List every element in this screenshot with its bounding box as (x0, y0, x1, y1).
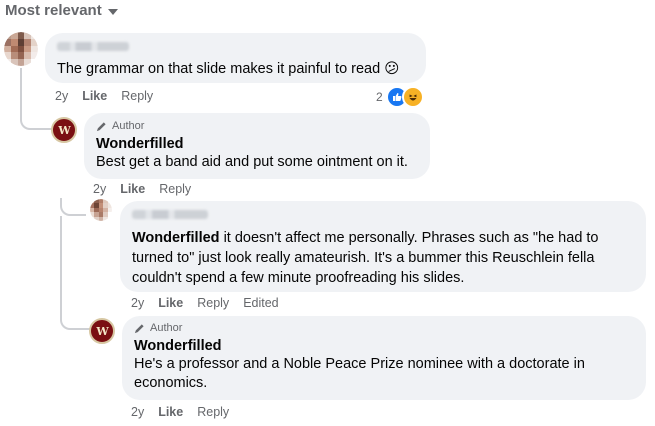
like-button[interactable]: Like (158, 296, 183, 310)
emoji: 😕 (384, 61, 400, 77)
reaction-summary[interactable]: 2 (376, 86, 424, 108)
comment-text: He's a professor and a Noble Peace Prize… (134, 356, 585, 391)
pencil-icon (134, 323, 144, 333)
haha-reaction-icon (401, 86, 424, 108)
sort-dropdown[interactable]: Most relevant (5, 2, 118, 19)
thread-line (60, 216, 90, 330)
comment-meta: 2y Like Reply Edited (131, 296, 279, 310)
avatar[interactable] (4, 32, 38, 66)
commenter-name[interactable]: Wonderfilled (134, 338, 634, 355)
like-button[interactable]: Like (82, 89, 107, 103)
comment-meta: 2y Like Reply (131, 405, 229, 419)
comment-bubble: The grammar on that slide makes it painf… (45, 33, 426, 83)
avatar[interactable] (90, 199, 112, 221)
comment-text: The grammar on that slide makes it painf… (57, 61, 400, 77)
timestamp[interactable]: 2y (93, 182, 106, 196)
timestamp[interactable]: 2y (55, 89, 68, 103)
comment-meta: 2y Like Reply (93, 182, 191, 196)
timestamp[interactable]: 2y (131, 296, 144, 310)
author-badge: Author (134, 322, 634, 334)
reply-button[interactable]: Reply (121, 89, 153, 103)
thread-line (60, 198, 86, 216)
comment-bubble: Author Wonderfilled Best get a band aid … (84, 113, 430, 179)
comment-meta: 2y Like Reply (55, 89, 153, 103)
reply-button[interactable]: Reply (159, 182, 191, 196)
comment-text: Best get a band aid and put some ointmen… (96, 154, 408, 170)
comment-bubble: Author Wonderfilled He's a professor and… (122, 316, 646, 400)
author-badge: Author (96, 120, 418, 132)
sort-label: Most relevant (5, 2, 102, 19)
author-logo-avatar[interactable]: W (51, 117, 77, 143)
chevron-down-icon (107, 8, 118, 15)
commenter-name[interactable]: Wonderfilled (96, 136, 418, 153)
timestamp[interactable]: 2y (131, 405, 144, 419)
edited-label[interactable]: Edited (243, 296, 278, 310)
mention-link[interactable]: Wonderfilled (132, 230, 220, 246)
reply-button[interactable]: Reply (197, 296, 229, 310)
thread-line (20, 68, 52, 130)
like-button[interactable]: Like (158, 405, 183, 419)
blurred-commenter-name (132, 210, 208, 219)
blurred-commenter-name (57, 42, 129, 51)
like-button[interactable]: Like (120, 182, 145, 196)
reply-button[interactable]: Reply (197, 405, 229, 419)
comment-text: Wonderfilled it doesn't affect me person… (132, 230, 599, 286)
author-logo-avatar[interactable]: W (89, 318, 115, 344)
reaction-count: 2 (376, 90, 383, 104)
comment-bubble: Wonderfilled it doesn't affect me person… (120, 201, 646, 292)
pencil-icon (96, 121, 106, 131)
